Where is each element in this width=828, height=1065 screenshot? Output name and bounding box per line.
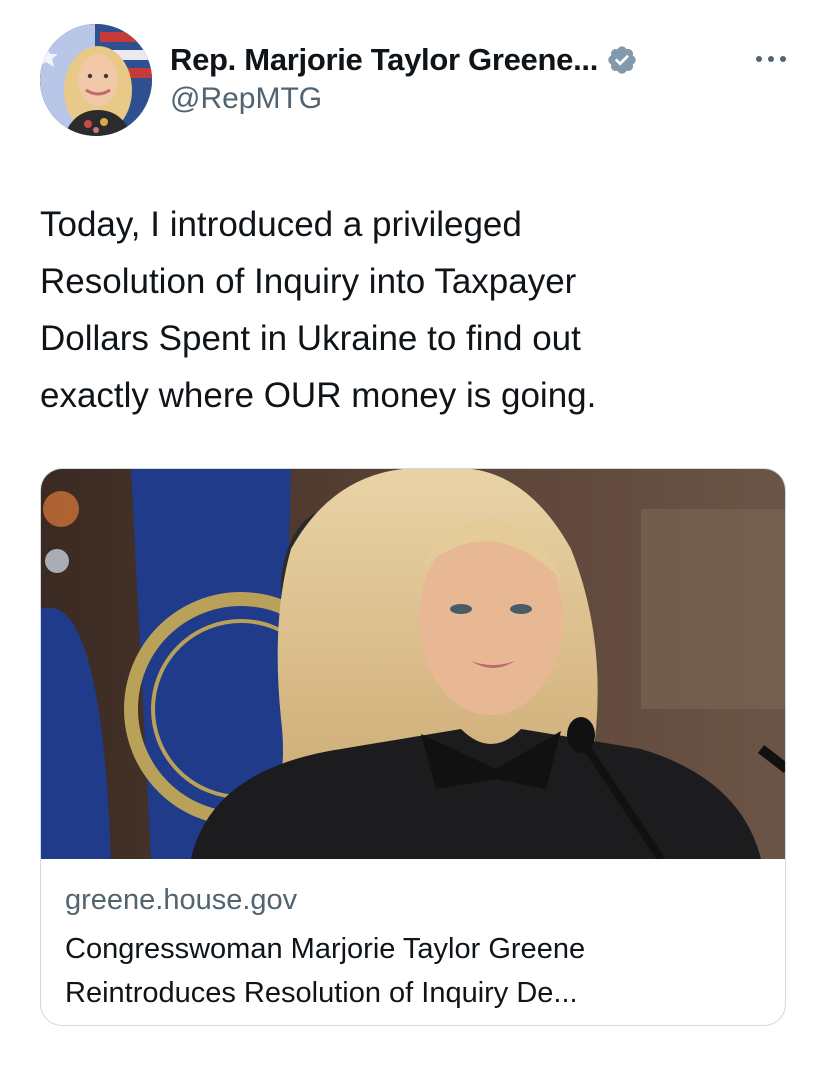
author-handle[interactable]: @RepMTG <box>170 82 638 116</box>
link-card-title-line-1: Congresswoman Marjorie Taylor Greene <box>65 933 586 965</box>
name-row: Rep. Marjorie Taylor Greene... <box>170 40 638 80</box>
verified-badge-icon <box>608 46 636 74</box>
author-display-name[interactable]: Rep. Marjorie Taylor Greene... <box>170 42 598 78</box>
link-card[interactable]: greene.house.gov Congresswoman Marjorie … <box>40 468 786 1026</box>
link-card-image <box>41 469 785 859</box>
more-options-icon[interactable] <box>754 54 788 64</box>
tweet-text: Today, I introduced a privileged Resolut… <box>40 205 597 415</box>
link-card-footer: greene.house.gov Congresswoman Marjorie … <box>65 873 765 1015</box>
link-card-domain: greene.house.gov <box>65 884 298 916</box>
tweet-header: Rep. Marjorie Taylor Greene... @RepMTG <box>40 24 800 136</box>
link-card-title-line-2: Reintroduces Resolution of Inquiry De... <box>65 977 578 1009</box>
author-block: Rep. Marjorie Taylor Greene... @RepMTG <box>170 40 638 116</box>
avatar[interactable] <box>40 24 152 136</box>
